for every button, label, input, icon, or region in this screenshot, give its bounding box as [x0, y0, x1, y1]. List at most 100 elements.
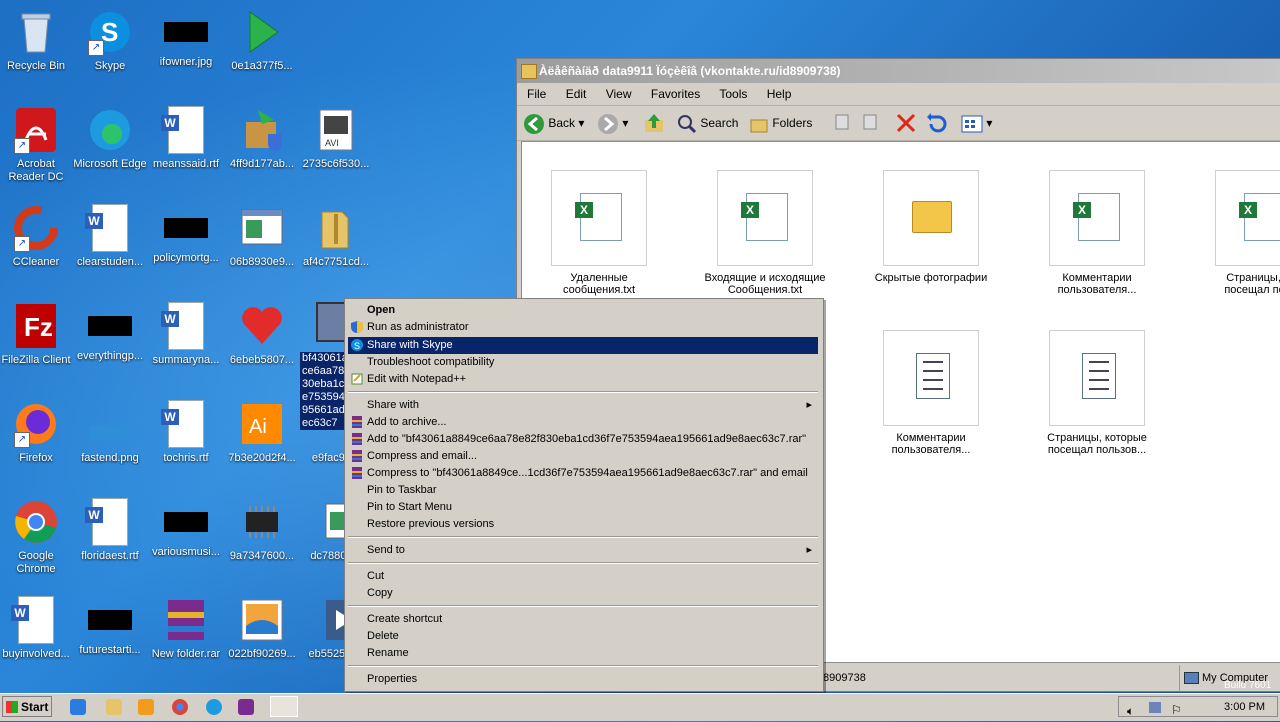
icon-label: 2735c6f530... [302, 158, 370, 170]
menu-item-compress-email[interactable]: Compress and email... [348, 448, 818, 465]
file-item[interactable]: X Входящие и исходящие Сообщения.txt [690, 170, 840, 296]
explorer-icon[interactable] [106, 699, 122, 715]
menu-item-copy[interactable]: Copy [348, 585, 818, 602]
file-item[interactable]: Скрытые фотографии [856, 170, 1006, 284]
back-arrow-icon [524, 113, 544, 134]
file-item[interactable]: X Страницы, кот посещал польз [1188, 170, 1280, 296]
desktop-icon-meanssaid[interactable]: W meanssaid.rtf [148, 106, 224, 171]
window-titlebar[interactable]: Àëåêñàíäð data9911 Ïóçèêîâ (vkontakte.ru… [517, 59, 1280, 83]
file-item[interactable]: X Удаленные сообщения.txt [524, 170, 674, 296]
menu-favorites[interactable]: Favorites [651, 87, 700, 101]
back-button[interactable]: Back ▾ [523, 112, 589, 134]
menu-file[interactable]: File [527, 87, 546, 101]
menu-item-run-as-admin[interactable]: Run as administrator [348, 319, 818, 336]
menu-edit[interactable]: Edit [566, 87, 587, 101]
menu-item-add-to-rar[interactable]: Add to "bf43061a8849ce6aa78e82f830eba1cd… [348, 431, 818, 448]
desktop-icon-fastend[interactable]: fastend.png [72, 400, 148, 465]
icon-label: FileZilla Client [1, 354, 71, 366]
edge-icon[interactable] [206, 699, 222, 715]
menu-item-compress-to-rar-email[interactable]: Compress to "bf43061a8849ce...1cd36f7e75… [348, 465, 818, 482]
menu-item-rename[interactable]: Rename [348, 645, 818, 662]
move-to-button[interactable] [833, 112, 855, 134]
menu-view[interactable]: View [606, 87, 632, 101]
desktop-icon-ifowner[interactable]: ifowner.jpg [148, 8, 224, 69]
desktop-icon-buyinvolved[interactable]: W buyinvolved... [0, 596, 74, 661]
desktop-icon-tochris[interactable]: W tochris.rtf [148, 400, 224, 465]
clock[interactable]: 3:00 PM [1224, 697, 1265, 718]
winrar-icon[interactable] [238, 699, 254, 715]
desktop-icon-futurestarti[interactable]: futurestarti... [72, 596, 148, 657]
icon-label: buyinvolved... [2, 648, 70, 660]
folders-button[interactable]: Folders [749, 112, 819, 134]
chrome-icon[interactable] [172, 699, 188, 715]
menu-tools[interactable]: Tools [719, 87, 747, 101]
desktop-icon-acrobat[interactable]: ↗ Acrobat Reader DC [0, 106, 74, 184]
volume-icon[interactable]: 🔈︎ [1127, 701, 1134, 722]
word-doc-icon: W [11, 596, 54, 644]
anyrun-watermark: ANY▷RUN [1040, 613, 1280, 665]
menu-item-troubleshoot[interactable]: Troubleshoot compatibility [348, 354, 818, 371]
search-button[interactable]: Search [677, 112, 741, 134]
network-icon[interactable] [1149, 702, 1161, 713]
menu-item-create-shortcut[interactable]: Create shortcut [348, 611, 818, 628]
menu-item-cut[interactable]: Cut [348, 568, 818, 585]
icon-label: af4c7751cd... [302, 256, 370, 268]
menu-item-properties[interactable]: Properties [348, 671, 818, 688]
up-folder-button[interactable] [643, 112, 667, 134]
word-doc-icon: W [161, 106, 204, 154]
desktop-icon-summaryna[interactable]: W summaryna... [148, 302, 224, 367]
desktop-icon-recycle-bin[interactable]: Recycle Bin [0, 8, 74, 73]
menu-item-open[interactable]: Open [348, 302, 818, 319]
desktop-icon-variousmusi[interactable]: variousmusi... [148, 498, 224, 559]
menu-item-delete[interactable]: Delete [348, 628, 818, 645]
menu-item-edit-notepadpp[interactable]: Edit with Notepad++ [348, 371, 818, 388]
forward-button[interactable]: ▾ [597, 112, 633, 134]
desktop-icon-ccleaner[interactable]: ↗ CCleaner [0, 204, 74, 269]
desktop-icon-edge[interactable]: Microsoft Edge [72, 106, 148, 171]
taskbar-explorer-button[interactable] [270, 696, 298, 717]
menu-item-share-with[interactable]: Share with ▸ [348, 397, 818, 414]
menu-item-pin-taskbar[interactable]: Pin to Taskbar [348, 482, 818, 499]
flag-icon[interactable]: ⚐ [1171, 700, 1182, 721]
delete-button[interactable] [895, 112, 917, 134]
desktop-icon-policymortg[interactable]: policymortg... [148, 204, 224, 265]
icon-label: 6ebeb5807... [229, 354, 295, 366]
desktop-icon-9a7347600[interactable]: 9a7347600... [224, 498, 300, 563]
menu-help[interactable]: Help [767, 87, 792, 101]
desktop-icon-firefox[interactable]: ↗ Firefox [0, 400, 74, 465]
menu-item-pin-start[interactable]: Pin to Start Menu [348, 499, 818, 516]
desktop-icon-everythingp[interactable]: everythingp... [72, 302, 148, 363]
menu-item-send-to[interactable]: Send to ▸ [348, 542, 818, 559]
media-player-icon[interactable] [138, 699, 154, 715]
desktop-icon-new-folder-rar[interactable]: New folder.rar [148, 596, 224, 661]
menu-item-add-to-archive[interactable]: Add to archive... [348, 414, 818, 431]
menu-item-share-with-skype[interactable]: S Share with Skype [348, 337, 818, 354]
file-name: Комментарии пользователя... [1057, 272, 1137, 296]
copy-to-button[interactable] [861, 112, 883, 134]
desktop-icon-clearstuden[interactable]: W clearstuden... [72, 204, 148, 269]
start-button[interactable]: Start [2, 696, 52, 717]
file-item[interactable]: Комментарии пользователя... [856, 330, 1006, 456]
desktop-icon-floridaest[interactable]: W floridaest.rtf [72, 498, 148, 563]
desktop-icon-7b3e20d2f4[interactable]: Ai 7b3e20d2f4... [224, 400, 300, 465]
folders-label: Folders [772, 116, 813, 130]
file-item[interactable]: Страницы, которые посещал пользов... [1022, 330, 1172, 456]
menu-separator [348, 605, 818, 607]
avi-file-icon: AVI [312, 106, 360, 154]
menu-item-restore-versions[interactable]: Restore previous versions [348, 516, 818, 533]
desktop-icon-6ebeb5807[interactable]: 6ebeb5807... [224, 302, 300, 367]
icon-label: Firefox [19, 452, 53, 464]
desktop-icon-022bf90269[interactable]: 022bf90269... [224, 596, 300, 661]
desktop-icon-4ff9d177ab[interactable]: 4ff9d177ab... [224, 106, 300, 171]
desktop-icon-2735c6f530[interactable]: AVI 2735c6f530... [298, 106, 374, 171]
desktop-icon-af4c7751cd[interactable]: af4c7751cd... [298, 204, 374, 269]
desktop-icon-chrome[interactable]: Google Chrome [0, 498, 74, 576]
desktop-icon-skype[interactable]: S ↗ Skype [72, 8, 148, 73]
desktop-icon-0e1a377f5[interactable]: 0e1a377f5... [224, 8, 300, 73]
file-item[interactable]: X Комментарии пользователя... [1022, 170, 1172, 296]
desktop-icon-filezilla[interactable]: Fz FileZilla Client [0, 302, 74, 367]
undo-button[interactable] [925, 112, 949, 134]
views-button[interactable]: ▾ [961, 112, 997, 134]
desktop-icon-06b8930e9[interactable]: 06b8930e9... [224, 204, 300, 269]
ie-icon[interactable] [70, 699, 86, 715]
